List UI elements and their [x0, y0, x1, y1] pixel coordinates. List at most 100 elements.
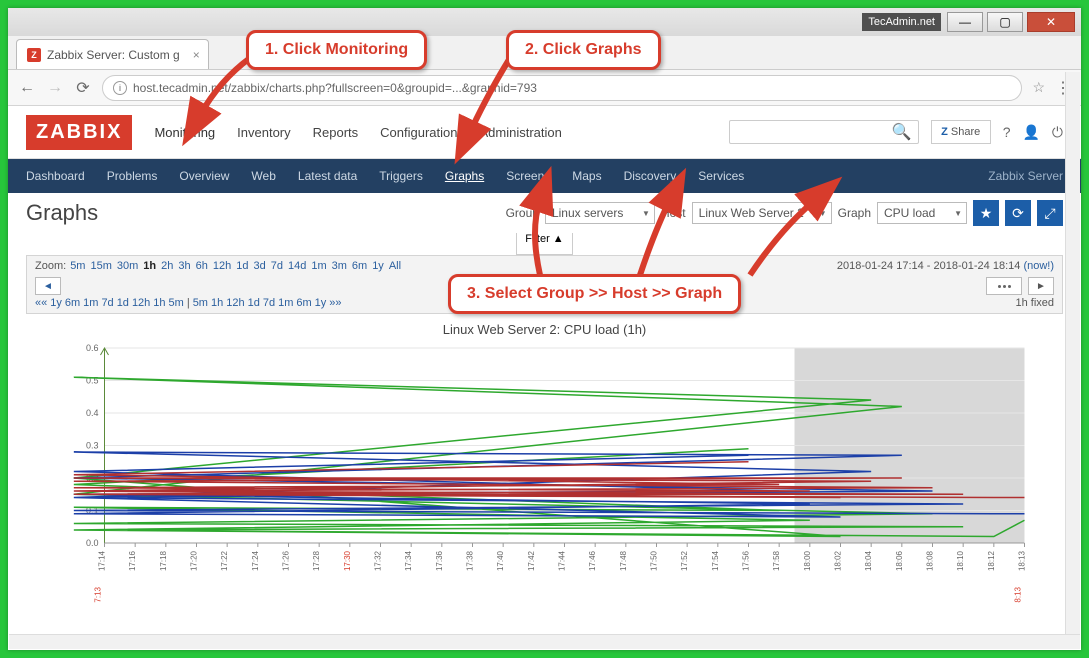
minimize-button[interactable]: — — [947, 12, 983, 32]
zoom-1y[interactable]: 1y — [372, 260, 384, 272]
close-button[interactable]: ✕ — [1027, 12, 1075, 32]
back-icon[interactable]: ← — [18, 79, 36, 97]
zoom-14d[interactable]: 14d — [288, 260, 306, 272]
search-input[interactable]: 🔍 — [729, 120, 919, 144]
svg-text:17:26: 17:26 — [282, 550, 291, 571]
svg-text:17:28: 17:28 — [312, 550, 321, 571]
now-link[interactable]: (now!) — [1023, 260, 1054, 272]
topmenu-monitoring[interactable]: Monitoring — [154, 107, 215, 158]
refresh-button[interactable]: ⟳ — [1005, 200, 1031, 226]
filter-toggle[interactable]: Filter ▲ — [516, 233, 572, 255]
horizontal-scrollbar[interactable] — [9, 634, 1080, 649]
svg-text:18:00: 18:00 — [803, 550, 812, 571]
topmenu-configuration[interactable]: Configuration — [380, 107, 457, 158]
svg-text:01-24 18:13: 01-24 18:13 — [1014, 586, 1023, 603]
svg-text:18:08: 18:08 — [926, 550, 935, 571]
graph-select[interactable]: CPU load — [877, 202, 967, 224]
topmenu-administration[interactable]: Administration — [480, 107, 562, 158]
svg-text:17:46: 17:46 — [588, 550, 597, 571]
submenu-services[interactable]: Services — [698, 169, 744, 183]
zoom-30m[interactable]: 30m — [117, 260, 138, 272]
graph-label: Graph — [838, 206, 871, 220]
zoom-7d[interactable]: 7d — [271, 260, 283, 272]
forward-icon[interactable]: → — [46, 79, 64, 97]
logout-icon[interactable]: ⏻ — [1052, 124, 1063, 141]
zoom-2h[interactable]: 2h — [161, 260, 173, 272]
vertical-scrollbar[interactable] — [1065, 72, 1080, 634]
share-button[interactable]: ZShare — [931, 120, 991, 144]
server-label: Zabbix Server — [988, 169, 1063, 183]
submenu-overview[interactable]: Overview — [179, 169, 229, 183]
svg-text:0.3: 0.3 — [86, 441, 99, 451]
zabbix-logo: ZABBIX — [26, 115, 132, 150]
address-bar[interactable]: i host.tecadmin.net/zabbix/charts.php?fu… — [102, 75, 1022, 101]
bookmark-icon[interactable]: ☆ — [1032, 79, 1045, 96]
svg-text:17:52: 17:52 — [680, 550, 689, 571]
fullscreen-button[interactable]: ⤢ — [1037, 200, 1063, 226]
svg-text:0.6: 0.6 — [86, 343, 99, 353]
svg-text:0.0: 0.0 — [86, 538, 99, 548]
svg-text:17:48: 17:48 — [619, 550, 628, 571]
favorite-button[interactable]: ★ — [973, 200, 999, 226]
submenu-discovery[interactable]: Discovery — [624, 169, 677, 183]
submenu-problems[interactable]: Problems — [107, 169, 158, 183]
svg-text:17:32: 17:32 — [374, 550, 383, 571]
nav-prev[interactable]: ◄ — [35, 277, 61, 295]
zoom-1d[interactable]: 1d — [236, 260, 248, 272]
svg-text:17:54: 17:54 — [711, 550, 720, 571]
submenu-latest-data[interactable]: Latest data — [298, 169, 357, 183]
zoom-5m[interactable]: 5m — [70, 260, 85, 272]
host-select[interactable]: Linux Web Server 2 — [692, 202, 832, 224]
zoom-3h[interactable]: 3h — [178, 260, 190, 272]
svg-text:17:50: 17:50 — [650, 550, 659, 571]
user-icon[interactable]: 👤 — [1022, 124, 1039, 141]
submenu-screens[interactable]: Screens — [506, 169, 550, 183]
zoom-3m[interactable]: 3m — [332, 260, 347, 272]
help-icon[interactable]: ? — [1003, 124, 1011, 140]
timeline-slider-left[interactable] — [986, 277, 1022, 295]
svg-text:0.4: 0.4 — [86, 408, 99, 418]
svg-text:17:44: 17:44 — [558, 550, 567, 571]
group-label: Group — [506, 206, 539, 220]
topmenu-inventory[interactable]: Inventory — [237, 107, 290, 158]
submenu-dashboard[interactable]: Dashboard — [26, 169, 85, 183]
maximize-button[interactable]: ▢ — [987, 12, 1023, 32]
svg-text:17:30: 17:30 — [343, 550, 352, 571]
favicon-icon: Z — [27, 48, 41, 62]
cpu-load-chart: 0.00.10.20.30.40.50.617:1417:1617:1817:2… — [26, 343, 1063, 603]
svg-text:18:13: 18:13 — [1018, 550, 1027, 571]
group-select[interactable]: Linux servers — [545, 202, 655, 224]
time-bar: Zoom:5m15m30m1h2h3h6h12h1d3d7d14d1m3m6m1… — [26, 255, 1063, 314]
svg-text:17:58: 17:58 — [772, 550, 781, 571]
svg-text:17:14: 17:14 — [98, 550, 107, 571]
zoom-6h[interactable]: 6h — [196, 260, 208, 272]
search-icon: 🔍 — [892, 122, 912, 142]
topmenu-reports[interactable]: Reports — [313, 107, 359, 158]
zoom-15m[interactable]: 15m — [90, 260, 111, 272]
svg-text:17:24: 17:24 — [251, 550, 260, 571]
tab-close-icon[interactable]: × — [193, 48, 200, 62]
zoom-1m[interactable]: 1m — [311, 260, 326, 272]
site-info-icon[interactable]: i — [113, 81, 127, 95]
host-label: Host — [661, 206, 686, 220]
zoom-1h[interactable]: 1h — [143, 260, 156, 272]
browser-tab[interactable]: Z Zabbix Server: Custom g × — [16, 39, 209, 69]
time-range: 2018-01-24 17:14 - 2018-01-24 18:14 — [837, 260, 1020, 272]
fixed-label: 1h fixed — [1015, 297, 1054, 309]
chart-title: Linux Web Server 2: CPU load (1h) — [26, 322, 1063, 337]
svg-text:18:04: 18:04 — [864, 550, 873, 571]
svg-text:18:10: 18:10 — [956, 550, 965, 571]
submenu-web[interactable]: Web — [251, 169, 275, 183]
svg-text:17:40: 17:40 — [496, 550, 505, 571]
submenu-graphs[interactable]: Graphs — [445, 169, 484, 183]
page-title: Graphs — [26, 200, 98, 226]
submenu-triggers[interactable]: Triggers — [379, 169, 423, 183]
submenu-maps[interactable]: Maps — [572, 169, 601, 183]
zoom-3d[interactable]: 3d — [253, 260, 265, 272]
zoom-All[interactable]: All — [389, 260, 401, 272]
nav-next[interactable]: ► — [1028, 277, 1054, 295]
zoom-12h[interactable]: 12h — [213, 260, 231, 272]
svg-text:17:56: 17:56 — [742, 550, 751, 571]
zoom-6m[interactable]: 6m — [352, 260, 367, 272]
reload-icon[interactable]: ⟳ — [74, 79, 92, 97]
